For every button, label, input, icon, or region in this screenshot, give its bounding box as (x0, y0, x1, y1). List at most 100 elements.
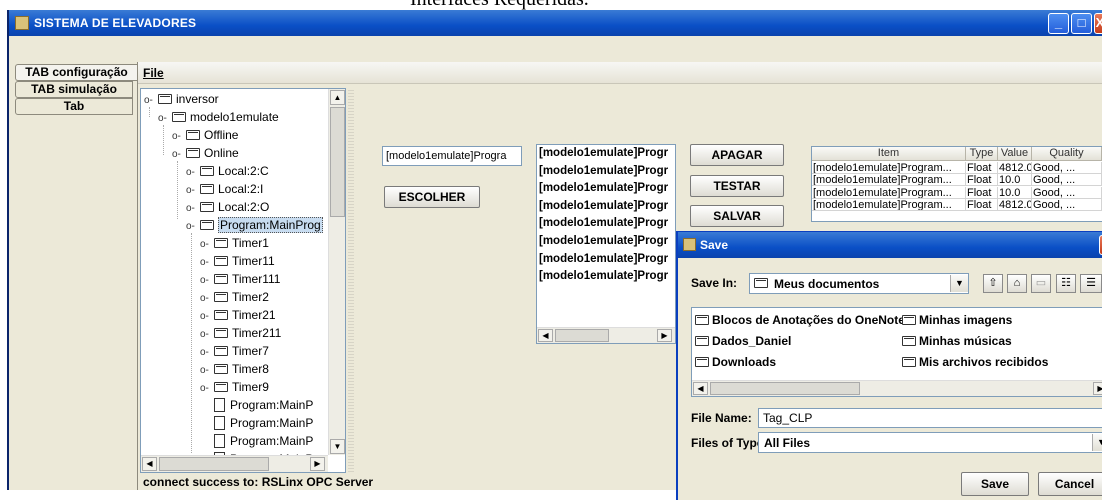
tree-item[interactable]: o- Timer8 (200, 360, 269, 378)
scroll-right-icon[interactable]: ▶ (1093, 382, 1102, 395)
tree-handle-icon[interactable]: o- (200, 380, 214, 398)
tree-item[interactable]: o- Online (172, 144, 239, 162)
salvar-button[interactable]: SALVAR (690, 205, 784, 227)
list-item[interactable]: [modelo1emulate]Progr (539, 217, 668, 234)
chevron-down-icon[interactable]: ▼ (950, 275, 968, 292)
tree-item[interactable]: o- Local:2:O (186, 198, 269, 216)
scroll-thumb[interactable] (555, 329, 609, 342)
scroll-right-icon[interactable]: ▶ (657, 329, 672, 342)
list-item[interactable]: [modelo1emulate]Progr (539, 235, 668, 252)
minimize-button[interactable]: _ (1048, 13, 1069, 34)
list-item[interactable]: Minhas músicas (902, 332, 1012, 350)
tree-handle-icon[interactable]: o- (158, 110, 172, 128)
dialog-title-bar[interactable]: Save (678, 232, 1102, 258)
tree-item[interactable]: o- Program:MainProg (186, 216, 323, 234)
escolher-button[interactable]: ESCOLHER (384, 186, 480, 208)
tag-input[interactable]: [modelo1emulate]Progra (382, 146, 522, 166)
file-list[interactable]: Blocos de Anotações do OneNote Minhas im… (691, 307, 1102, 397)
tree-item[interactable]: o- Local:2:I (186, 180, 263, 198)
tag-tree[interactable]: o-inversor o-modelo1emulate o- Offline o- Onl… (140, 88, 346, 473)
table-cell[interactable]: 10.0 (998, 174, 1032, 187)
title-bar[interactable]: SISTEMA DE ELEVADORES _ □ X (9, 10, 1102, 36)
tree-item[interactable]: o- Timer7 (200, 342, 269, 360)
file-name-input[interactable]: Tag_CLP (758, 408, 1102, 428)
table-header[interactable]: Quality (1032, 147, 1102, 161)
close-button[interactable]: X (1094, 13, 1102, 34)
chevron-down-icon[interactable]: ▼ (1092, 434, 1102, 451)
apagar-button[interactable]: APAGAR (690, 144, 784, 166)
scroll-thumb[interactable] (710, 382, 860, 395)
tree-item[interactable]: o- Timer21 (200, 306, 276, 324)
list-item[interactable]: [modelo1emulate]Progr (539, 165, 668, 182)
tree-item[interactable]: o- Timer11 (200, 252, 275, 270)
up-folder-icon[interactable]: ⇧ (983, 274, 1003, 293)
tab-tab[interactable]: Tab (15, 98, 133, 115)
table-cell[interactable]: 4812.0 (998, 199, 1032, 212)
tree-item[interactable]: o- Offline (172, 126, 238, 144)
tree-item[interactable]: o- Timer111 (200, 270, 280, 288)
scroll-right-icon[interactable]: ▶ (310, 457, 325, 471)
table-cell[interactable]: Float (966, 199, 998, 212)
save-in-combo[interactable]: Meus documentos ▼ (749, 273, 969, 294)
scroll-left-icon[interactable]: ◀ (538, 329, 553, 342)
list-item[interactable]: [modelo1emulate]Progr (539, 182, 668, 199)
scroll-up-icon[interactable]: ▲ (330, 90, 345, 105)
list-item[interactable]: [modelo1emulate]Progr (539, 147, 668, 164)
list-horizontal-scrollbar[interactable]: ◀ ▶ (537, 327, 675, 343)
scroll-left-icon[interactable]: ◀ (142, 457, 157, 471)
tree-item[interactable]: Program:MainP (214, 396, 313, 414)
menu-file[interactable]: File (143, 66, 164, 80)
tree-item[interactable]: o- Local:2:C (186, 162, 269, 180)
list-view-icon[interactable]: ☷ (1056, 274, 1076, 293)
tree-item[interactable]: o-inversor (144, 90, 219, 108)
home-icon[interactable]: ⌂ (1007, 274, 1027, 293)
tab-configuracao[interactable]: TAB configuração (15, 64, 137, 81)
maximize-button[interactable]: □ (1071, 13, 1092, 34)
table-cell[interactable]: Float (966, 186, 998, 199)
tab-simulacao[interactable]: TAB simulação (15, 81, 133, 98)
list-item[interactable]: [modelo1emulate]Progr (539, 253, 668, 270)
details-view-icon[interactable]: ☰ (1080, 274, 1102, 293)
scroll-down-icon[interactable]: ▼ (330, 439, 345, 454)
list-item[interactable]: [modelo1emulate]Progr (539, 200, 668, 217)
table-cell[interactable]: 10.0 (998, 186, 1032, 199)
tree-item[interactable]: o- Timer2 (200, 288, 269, 306)
testar-button[interactable]: TESTAR (690, 175, 784, 197)
list-item[interactable]: Minhas imagens (902, 311, 1012, 329)
selected-tags-list[interactable]: [modelo1emulate]Progr [modelo1emulate]Pro… (536, 144, 676, 344)
table-cell[interactable]: 4812.0 (998, 162, 1032, 174)
cancel-button[interactable]: Cancel (1038, 472, 1102, 496)
table-header[interactable]: Type (966, 147, 998, 161)
table-cell[interactable]: [modelo1emulate]Program... (812, 162, 966, 174)
table-cell[interactable]: Good, ... (1032, 162, 1102, 174)
list-item[interactable]: Blocos de Anotações do OneNote (695, 311, 905, 329)
opc-items-table[interactable]: Item Type Value Quality [modelo1emulate]Prog… (811, 146, 1102, 222)
list-item[interactable]: Dados_Daniel (695, 332, 791, 350)
table-cell[interactable]: [modelo1emulate]Program... (812, 199, 966, 212)
tree-item[interactable]: o- Timer1 (200, 234, 269, 252)
table-cell[interactable]: Good, ... (1032, 199, 1102, 212)
table-cell[interactable]: [modelo1emulate]Program... (812, 186, 966, 199)
list-item[interactable]: Downloads (695, 353, 776, 371)
table-cell[interactable]: Good, ... (1032, 186, 1102, 199)
split-pane-divider[interactable] (348, 88, 354, 473)
tree-item[interactable]: o-modelo1emulate (158, 108, 279, 126)
table-cell[interactable]: Float (966, 174, 998, 187)
new-folder-icon[interactable]: ▭ (1031, 274, 1051, 293)
tree-item[interactable]: Program:MainP (214, 414, 313, 432)
list-item[interactable]: [modelo1emulate]Progr (539, 270, 668, 287)
file-type-combo[interactable]: All Files ▼ (758, 432, 1102, 453)
tree-handle-icon[interactable]: o- (172, 146, 186, 164)
table-cell[interactable]: [modelo1emulate]Program... (812, 174, 966, 187)
scroll-thumb[interactable] (159, 457, 269, 471)
list-item[interactable]: Mis archivos recibidos (902, 353, 1048, 371)
tree-item[interactable]: o- Timer211 (200, 324, 281, 342)
tree-handle-icon[interactable]: o- (144, 92, 158, 110)
tree-item[interactable]: o- Timer9 (200, 378, 269, 396)
table-header[interactable]: Item (812, 147, 966, 161)
tree-vertical-scrollbar[interactable]: ▲ ▼ (328, 89, 345, 455)
table-header[interactable]: Value (998, 147, 1032, 161)
tree-item[interactable]: Program:MainP (214, 432, 313, 450)
tree-handle-icon[interactable]: o- (186, 218, 200, 236)
table-cell[interactable]: Float (966, 162, 998, 174)
